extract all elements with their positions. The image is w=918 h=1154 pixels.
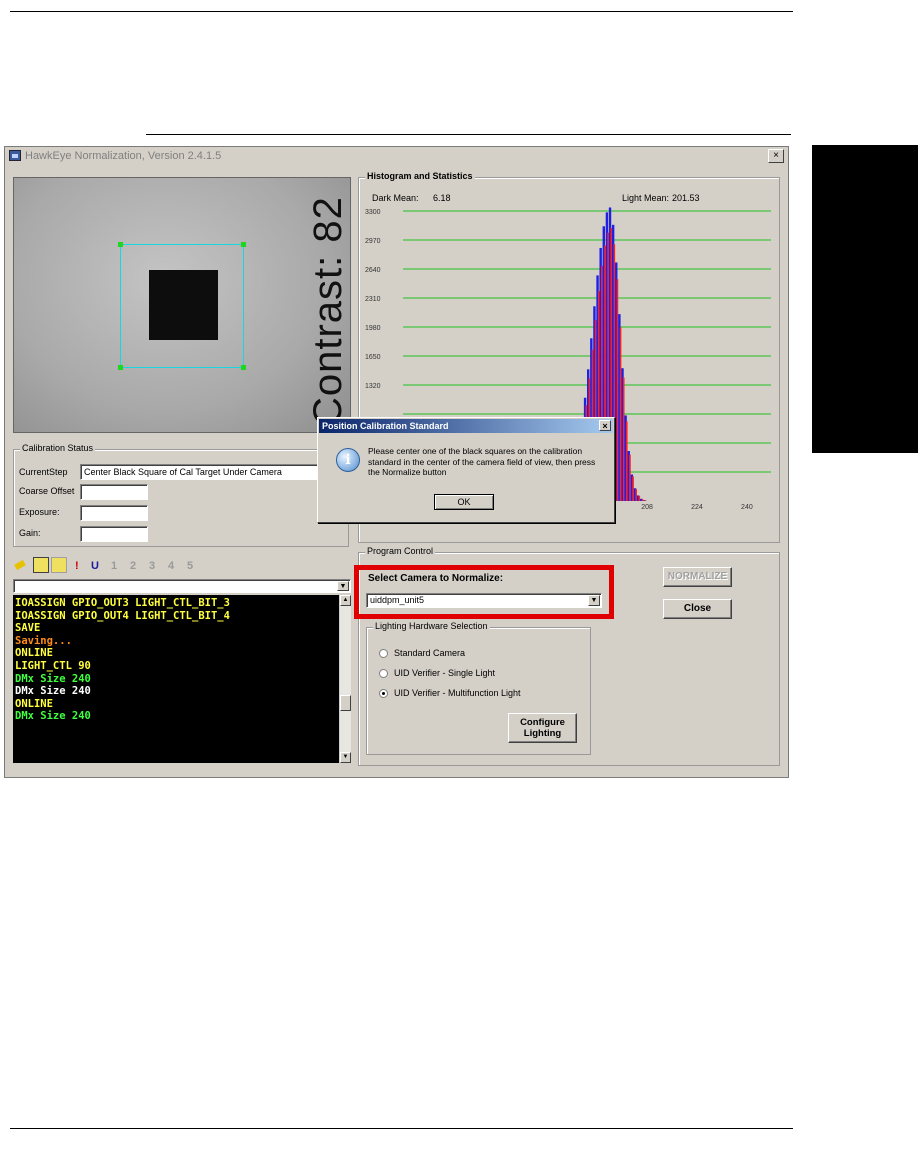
- close-button[interactable]: Close: [663, 599, 732, 619]
- program-control-label: Program Control: [365, 546, 436, 556]
- preset-2[interactable]: 2: [130, 560, 136, 572]
- y-tick-label: 3300: [365, 209, 381, 216]
- histogram-label: Histogram and Statistics: [365, 171, 475, 181]
- configure-lighting-button[interactable]: Configure Lighting: [508, 713, 577, 743]
- preset-4[interactable]: 4: [168, 560, 174, 572]
- gain-label: Gain:: [19, 528, 41, 538]
- histogram-bar: [635, 489, 637, 501]
- dialog-close-button[interactable]: ×: [599, 420, 611, 431]
- calibration-dialog: Position Calibration Standard × i Please…: [317, 417, 615, 523]
- radio-multifunction-light-label: UID Verifier - Multifunction Light: [394, 688, 521, 698]
- console-line: IOASSIGN GPIO_OUT3 LIGHT_CTL_BIT_3: [15, 597, 230, 609]
- scroll-thumb[interactable]: [340, 695, 351, 711]
- console-line: LIGHT_CTL 90: [15, 659, 91, 672]
- x-tick-label: 240: [741, 504, 753, 511]
- lighting-hardware-label: Lighting Hardware Selection: [373, 621, 490, 631]
- calibration-black-square: [149, 270, 218, 340]
- page-section-rule: [146, 134, 791, 135]
- histogram-bar: [619, 327, 622, 501]
- exposure-label: Exposure:: [19, 507, 60, 517]
- pencil-icon[interactable]: [14, 559, 26, 571]
- y-tick-label: 2640: [365, 267, 381, 274]
- coarse-offset-field: [80, 484, 148, 500]
- dialog-titlebar: Position Calibration Standard ×: [319, 419, 613, 433]
- contrast-overlay-text: Contrast: 82: [306, 196, 350, 426]
- y-tick-label: 2970: [365, 238, 381, 245]
- console-toolbar: ! U 1 2 3 4 5: [13, 557, 347, 577]
- roi-handle-bl[interactable]: [118, 365, 123, 370]
- console-line: ONLINE: [15, 647, 53, 660]
- current-step-label: CurrentStep: [19, 467, 68, 477]
- dialog-ok-button[interactable]: OK: [434, 494, 494, 510]
- histogram-bar: [644, 500, 647, 501]
- app-window: HawkEye Normalization, Version 2.4.1.5 ×…: [4, 146, 789, 778]
- u-icon[interactable]: U: [91, 560, 99, 572]
- dialog-message: Please center one of the black squares o…: [368, 446, 596, 477]
- roi-handle-tl[interactable]: [118, 242, 123, 247]
- x-tick-label: 208: [641, 504, 653, 511]
- console-line: DMx Size 240: [15, 710, 91, 723]
- window-close-button[interactable]: ×: [768, 149, 784, 163]
- normalize-button[interactable]: NORMALIZE: [663, 567, 732, 587]
- camera-select-chevron-icon[interactable]: ▼: [588, 595, 600, 606]
- calibration-status-label: Calibration Status: [20, 443, 96, 453]
- current-step-field: Center Black Square of Cal Target Under …: [80, 464, 346, 480]
- window-titlebar: HawkEye Normalization, Version 2.4.1.5 ×: [5, 147, 788, 165]
- console-scrollbar[interactable]: ▲ ▼: [339, 595, 351, 763]
- configure-lighting-line1: Configure: [520, 717, 565, 728]
- preset-1[interactable]: 1: [111, 560, 117, 572]
- preset-5[interactable]: 5: [187, 560, 193, 572]
- chevron-down-icon[interactable]: ▼: [337, 581, 349, 591]
- radio-single-light[interactable]: [379, 669, 388, 678]
- command-combobox[interactable]: ▼: [13, 579, 351, 593]
- info-icon: i: [336, 448, 360, 472]
- download-arrow-icon[interactable]: [33, 557, 49, 573]
- exposure-field: [80, 505, 148, 521]
- y-tick-label: 1650: [365, 354, 381, 361]
- gain-field: [80, 526, 148, 542]
- configure-lighting-line2: Lighting: [523, 728, 562, 739]
- calibration-status-group: Calibration Status CurrentStep Center Bl…: [13, 443, 349, 547]
- histogram-bar: [616, 279, 619, 501]
- camera-image: Contrast: 82: [13, 177, 351, 433]
- window-title: HawkEye Normalization, Version 2.4.1.5: [25, 150, 222, 162]
- radio-single-light-label: UID Verifier - Single Light: [394, 668, 496, 678]
- y-tick-label: 1980: [365, 325, 381, 332]
- console-line: DMx Size 240: [15, 672, 91, 685]
- histogram-bar: [632, 476, 634, 501]
- coarse-offset-label: Coarse Offset: [19, 486, 75, 496]
- scroll-up-icon[interactable]: ▲: [340, 595, 351, 606]
- camera-select-value: uiddpm_unit5: [370, 595, 425, 605]
- roi-handle-br[interactable]: [241, 365, 246, 370]
- section-side-tab: [812, 145, 918, 453]
- upload-arrow-icon[interactable]: [51, 557, 67, 573]
- dialog-title: Position Calibration Standard: [322, 421, 449, 431]
- console-line: Saving...: [15, 634, 72, 647]
- radio-multifunction-light[interactable]: [379, 689, 388, 698]
- page-top-rule: [10, 11, 793, 12]
- x-tick-label: 224: [691, 504, 703, 511]
- histogram-bar: [622, 377, 625, 501]
- preset-3[interactable]: 3: [149, 560, 155, 572]
- y-tick-label: 1320: [365, 383, 381, 390]
- histogram-bar: [641, 498, 644, 501]
- console-line: IOASSIGN GPIO_OUT4 LIGHT_CTL_BIT_4: [15, 609, 230, 622]
- app-icon: [9, 150, 21, 161]
- radio-standard-camera-label: Standard Camera: [394, 648, 466, 658]
- select-camera-label: Select Camera to Normalize:: [368, 573, 504, 584]
- y-tick-label: 2310: [365, 296, 381, 303]
- camera-select[interactable]: uiddpm_unit5 ▼: [366, 593, 602, 608]
- histogram-bar: [638, 495, 641, 501]
- console-line: SAVE: [15, 622, 41, 635]
- histogram-bar: [626, 421, 628, 501]
- scroll-down-icon[interactable]: ▼: [340, 752, 351, 763]
- alert-icon[interactable]: !: [75, 560, 79, 572]
- radio-standard-camera[interactable]: [379, 649, 388, 658]
- console-output: IOASSIGN GPIO_OUT3 LIGHT_CTL_BIT_3 IOASSI…: [13, 595, 339, 763]
- console-line: DMx Size 240: [15, 685, 91, 698]
- page-bottom-rule: [10, 1128, 793, 1129]
- console-line: ONLINE: [15, 697, 53, 710]
- roi-handle-tr[interactable]: [241, 242, 246, 247]
- histogram-bar: [629, 454, 631, 501]
